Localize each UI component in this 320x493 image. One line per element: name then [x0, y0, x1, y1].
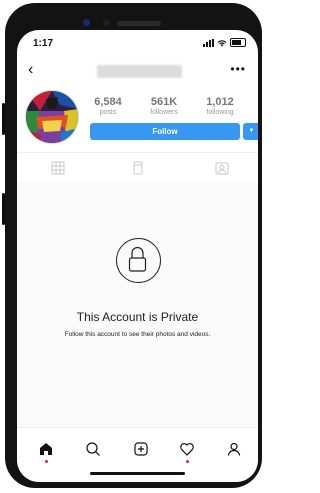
notification-dot: [44, 460, 48, 463]
bottom-tab-bar: [17, 427, 258, 482]
stat-following[interactable]: 1,012 following: [195, 96, 245, 116]
private-title: This Account is Private: [76, 310, 199, 324]
search-icon[interactable]: [85, 441, 101, 457]
avatar[interactable]: [25, 90, 79, 144]
private-subtitle: Follow this account to see their photos …: [64, 331, 211, 338]
status-time: 1:17: [33, 38, 54, 49]
battery-icon: [230, 38, 246, 47]
lock-icon: [128, 246, 147, 272]
app-screen: 1:17 ‹ ••• 6,584 posts 561K followers 1,…: [17, 30, 258, 482]
phone-frame: 1:17 ‹ ••• 6,584 posts 561K followers 1,…: [2, 3, 262, 488]
status-icons: [203, 38, 246, 47]
lock-circle: [116, 238, 161, 283]
more-options-icon[interactable]: •••: [230, 62, 246, 76]
username-redacted: [97, 65, 182, 78]
igtv-icon[interactable]: [131, 161, 145, 175]
stat-following-label: following: [206, 109, 234, 116]
stat-followers[interactable]: 561K followers: [139, 96, 189, 116]
speaker-grille: [117, 21, 161, 26]
home-icon[interactable]: [38, 441, 54, 457]
profile-tabs: [17, 152, 258, 184]
front-camera: [83, 19, 90, 26]
phone-top-bezel: [5, 3, 262, 33]
back-arrow-icon[interactable]: ‹: [28, 62, 33, 78]
grid-icon[interactable]: [51, 161, 65, 175]
profile-header: 6,584 posts 561K followers 1,012 followi…: [17, 90, 258, 145]
stat-posts[interactable]: 6,584 posts: [83, 96, 133, 116]
wifi-icon: [217, 39, 227, 46]
side-button: [2, 193, 5, 225]
stat-posts-count: 6,584: [94, 96, 122, 108]
home-indicator[interactable]: [90, 472, 185, 475]
stat-posts-label: posts: [99, 109, 117, 116]
top-nav: ‹ •••: [17, 60, 258, 82]
sensor: [103, 19, 110, 26]
notification-dot: [185, 460, 189, 463]
private-account-panel: This Account is Private Follow this acco…: [17, 182, 258, 427]
side-button: [2, 103, 5, 135]
follow-button[interactable]: Follow: [90, 123, 240, 140]
stat-following-count: 1,012: [206, 96, 234, 108]
status-bar: 1:17: [17, 30, 258, 52]
profile-icon[interactable]: [226, 441, 242, 457]
stat-followers-count: 561K: [150, 96, 178, 108]
activity-heart-icon[interactable]: [179, 441, 195, 457]
signal-icon: [203, 38, 214, 47]
new-post-icon[interactable]: [133, 441, 149, 457]
stat-followers-label: followers: [150, 109, 178, 116]
suggested-dropdown-button[interactable]: ▼: [243, 123, 258, 140]
tagged-icon[interactable]: [215, 161, 229, 175]
